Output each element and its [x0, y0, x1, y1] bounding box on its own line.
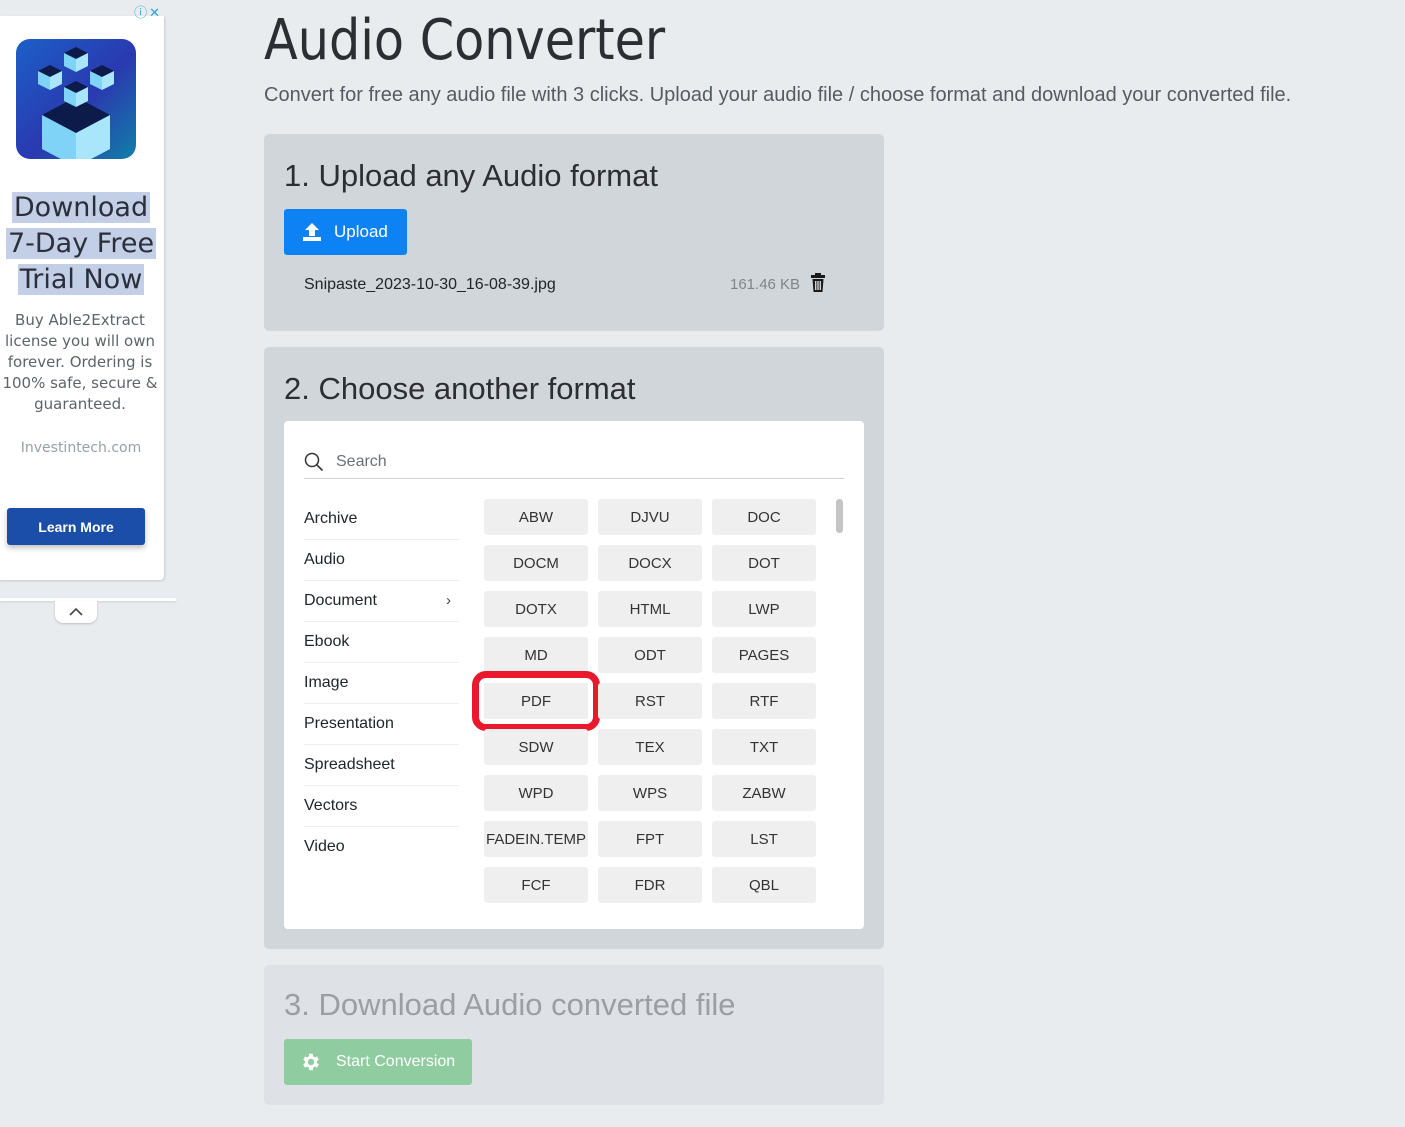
start-conversion-label: Start Conversion	[336, 1053, 456, 1070]
uploaded-file-name: Snipaste_2023-10-30_16-08-39.jpg	[304, 276, 556, 293]
format-step-title: 2. Choose another format	[284, 371, 636, 406]
category-label: Vectors	[304, 797, 358, 814]
category-item-audio[interactable]: Audio	[304, 540, 459, 581]
format-button-dotx[interactable]: DOTX	[484, 591, 588, 627]
format-button-html[interactable]: HTML	[598, 591, 702, 627]
category-item-video[interactable]: Video	[304, 827, 459, 867]
format-button-wps[interactable]: WPS	[598, 775, 702, 811]
format-button-fdr[interactable]: FDR	[598, 867, 702, 903]
download-step-card: 3. Download Audio converted file Start C…	[264, 965, 884, 1105]
format-button-docm[interactable]: DOCM	[484, 545, 588, 581]
format-button-odt[interactable]: ODT	[598, 637, 702, 673]
format-button-doc[interactable]: DOC	[712, 499, 816, 535]
format-grid: ABW DJVU DOC DOCM DOCX DOT DOTX HTML LWP MD ODT PAG…	[472, 499, 820, 903]
format-button-abw[interactable]: ABW	[484, 499, 588, 535]
ad-controls: ⓘ ✕	[132, 2, 160, 21]
category-label: Image	[304, 674, 349, 691]
category-item-document[interactable]: Document ›	[304, 581, 459, 622]
category-item-ebook[interactable]: Ebook	[304, 622, 459, 663]
category-label: Video	[304, 838, 345, 855]
upload-step-title: 1. Upload any Audio format	[284, 158, 658, 193]
ad-logo	[16, 39, 136, 167]
category-label: Audio	[304, 551, 345, 568]
format-button-dot[interactable]: DOT	[712, 545, 816, 581]
upload-step-card: 1. Upload any Audio format Upload Snipas…	[264, 134, 884, 331]
category-list: Archive Audio Document › Ebook Image Presentat…	[304, 499, 459, 867]
upload-icon	[303, 223, 321, 241]
category-item-archive[interactable]: Archive	[304, 499, 459, 540]
format-search	[304, 446, 844, 479]
download-step-title: 3. Download Audio converted file	[284, 987, 736, 1022]
category-item-spreadsheet[interactable]: Spreadsheet	[304, 745, 459, 786]
format-button-qbl[interactable]: QBL	[712, 867, 816, 903]
search-icon	[304, 452, 324, 472]
ad-sidebar: ⓘ ✕ Download 7-Day Free Trial Now Buy Ab…	[0, 0, 176, 630]
category-label: Spreadsheet	[304, 756, 395, 773]
format-button-tex[interactable]: TEX	[598, 729, 702, 765]
category-item-image[interactable]: Image	[304, 663, 459, 704]
format-button-fcf[interactable]: FCF	[484, 867, 588, 903]
upload-button-label: Upload	[334, 222, 388, 241]
category-label: Presentation	[304, 715, 394, 732]
format-button-lwp[interactable]: LWP	[712, 591, 816, 627]
format-step-card: 2. Choose another format Archive Audio Doc…	[264, 347, 884, 949]
category-label: Document	[304, 592, 377, 609]
format-button-djvu[interactable]: DJVU	[598, 499, 702, 535]
trash-icon[interactable]	[810, 273, 826, 298]
category-item-presentation[interactable]: Presentation	[304, 704, 459, 745]
category-label: Ebook	[304, 633, 350, 650]
upload-button[interactable]: Upload	[284, 209, 407, 255]
format-button-docx[interactable]: DOCX	[598, 545, 702, 581]
ad-body-text: Buy Able2Extract license you will own fo…	[2, 311, 158, 413]
close-icon[interactable]: ✕	[149, 5, 160, 20]
format-button-md[interactable]: MD	[484, 637, 588, 673]
format-button-fpt[interactable]: FPT	[598, 821, 702, 857]
format-button-zabw[interactable]: ZABW	[712, 775, 816, 811]
page-subtitle: Convert for free any audio file with 3 c…	[264, 84, 1292, 106]
format-button-fadein-temp[interactable]: FADEIN.TEMP	[484, 821, 588, 857]
format-button-rst[interactable]: RST	[598, 683, 702, 719]
uploaded-file-size: 161.46 KB	[730, 276, 801, 293]
format-button-rtf[interactable]: RTF	[712, 683, 816, 719]
start-conversion-button[interactable]: Start Conversion	[284, 1039, 472, 1085]
format-button-wpd[interactable]: WPD	[484, 775, 588, 811]
ad-card[interactable]: ⓘ ✕ Download 7-Day Free Trial Now Buy Ab…	[0, 5, 164, 580]
format-button-sdw[interactable]: SDW	[484, 729, 588, 765]
format-button-lst[interactable]: LST	[712, 821, 816, 857]
cubes-icon	[38, 47, 114, 167]
ad-collapse-button[interactable]	[55, 601, 97, 623]
chevron-up-icon	[69, 607, 83, 616]
format-button-txt[interactable]: TXT	[712, 729, 816, 765]
format-panel: Archive Audio Document › Ebook Image Presentat…	[284, 421, 864, 929]
category-item-vectors[interactable]: Vectors	[304, 786, 459, 827]
chevron-right-icon: ›	[446, 592, 451, 609]
ad-domain[interactable]: Investintech.com	[0, 440, 164, 456]
format-button-pages[interactable]: PAGES	[712, 637, 816, 673]
format-search-input[interactable]	[334, 452, 818, 472]
page-title: Audio Converter	[264, 8, 666, 73]
format-grid-scrollbar[interactable]	[836, 499, 843, 533]
gear-icon	[303, 1053, 319, 1071]
learn-more-button[interactable]: Learn More	[7, 508, 145, 545]
info-icon[interactable]: ⓘ	[134, 5, 147, 20]
category-label: Archive	[304, 510, 358, 527]
ad-headline[interactable]: Download 7-Day Free Trial Now	[0, 190, 164, 298]
format-button-pdf[interactable]: PDF	[472, 671, 600, 731]
